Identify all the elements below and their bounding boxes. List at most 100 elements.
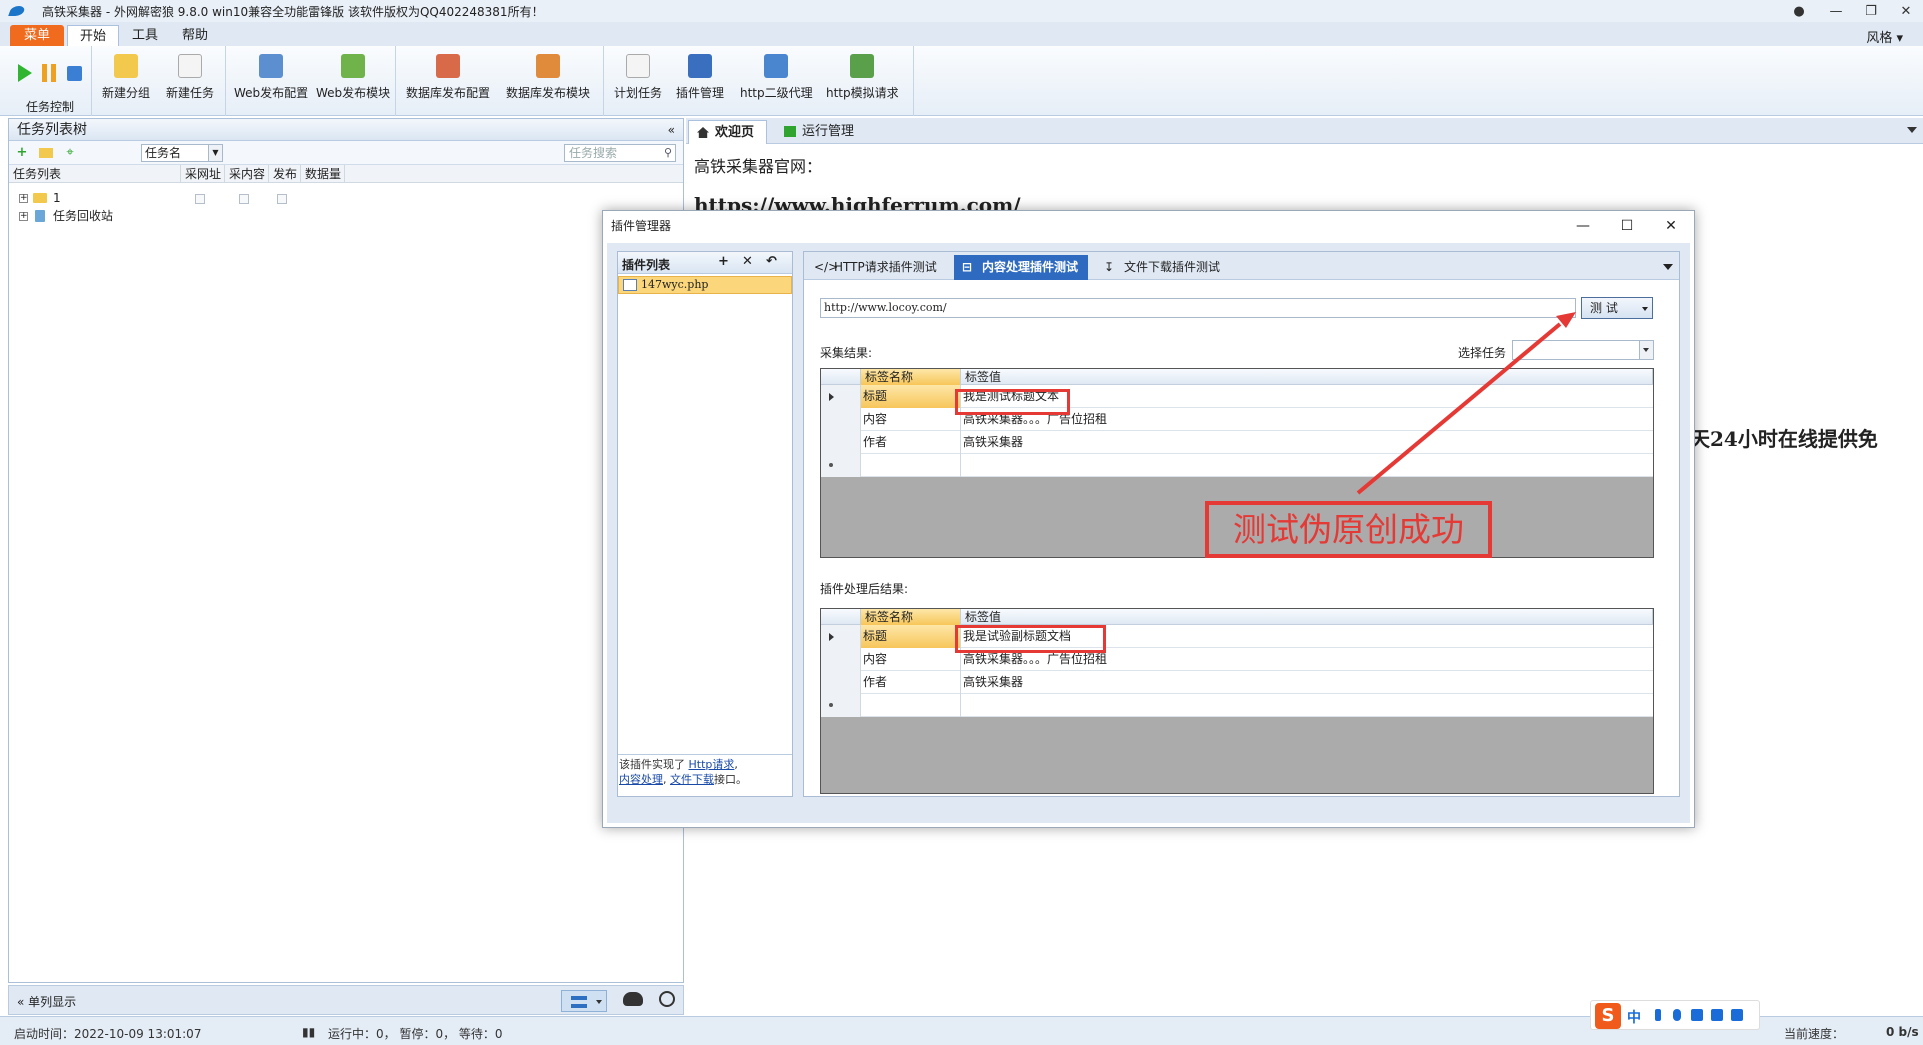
dialog-maximize-button[interactable]: ☐: [1605, 211, 1649, 241]
cell-tag-name[interactable]: 作者: [861, 671, 961, 694]
collect-result-label: 采集结果:: [820, 346, 873, 360]
start-button[interactable]: [18, 64, 32, 82]
collect-url-checkbox[interactable]: [195, 194, 205, 204]
dialog-minimize-button[interactable]: —: [1561, 211, 1605, 241]
pause-button[interactable]: [42, 64, 56, 82]
cell-tag-name[interactable]: [861, 454, 961, 477]
table-row[interactable]: 作者 高铁采集器: [821, 431, 1653, 454]
cell-tag-value[interactable]: [961, 694, 1653, 717]
task-search-input[interactable]: 任务搜索 ⚲: [564, 144, 676, 162]
taskname-select[interactable]: 任务名 ▼: [141, 144, 223, 162]
clock-icon[interactable]: [659, 991, 675, 1007]
cell-tag-name[interactable]: 标题: [861, 385, 961, 408]
tab-help[interactable]: 帮助: [170, 25, 220, 46]
toolbox-icon[interactable]: [1731, 1009, 1743, 1021]
header-tag-value[interactable]: 标签值: [961, 609, 1653, 625]
scheduled-task-label: 计划任务: [614, 86, 663, 100]
web-publish-config-button[interactable]: Web发布配置: [234, 54, 308, 101]
col-collect-content[interactable]: 采内容: [225, 165, 269, 183]
cloud-download-icon[interactable]: [623, 992, 643, 1006]
tab-content-test[interactable]: ⊟ 内容处理插件测试: [954, 255, 1089, 280]
collect-content-checkbox[interactable]: [239, 194, 249, 204]
keyboard-icon[interactable]: [1691, 1009, 1703, 1021]
file-download-link[interactable]: 文件下载: [670, 773, 714, 786]
cell-tag-value[interactable]: 高铁采集器: [961, 431, 1653, 454]
tab-welcome[interactable]: 欢迎页: [688, 120, 768, 144]
http-simulate-button[interactable]: http模拟请求: [826, 54, 899, 101]
http-request-link[interactable]: Http请求: [689, 758, 735, 771]
style-menu[interactable]: 风格 ▾: [1866, 27, 1903, 46]
cell-tag-value[interactable]: [961, 454, 1653, 477]
ime-toolbar[interactable]: S 中: [1590, 1000, 1760, 1030]
cell-tag-name[interactable]: 内容: [861, 408, 961, 431]
stop-button[interactable]: [67, 66, 82, 81]
chevron-down-icon: ▼: [208, 145, 222, 161]
plugin-desc-prefix: 该插件实现了: [619, 758, 685, 771]
cell-tag-value[interactable]: 高铁采集器: [961, 671, 1653, 694]
cell-tag-name[interactable]: 作者: [861, 431, 961, 454]
db-publish-module-button[interactable]: 数据库发布模块: [506, 54, 590, 101]
tab-tools[interactable]: 工具: [120, 25, 170, 46]
col-collect-url[interactable]: 采网址: [181, 165, 225, 183]
close-button[interactable]: ✕: [1890, 0, 1922, 22]
table-row[interactable]: 标题 我是测试标题文本: [821, 385, 1653, 408]
refresh-icon[interactable]: ↶: [766, 254, 777, 269]
new-row[interactable]: [821, 694, 1653, 717]
new-group-button[interactable]: 新建分组: [102, 54, 150, 101]
url-input[interactable]: http://www.locoy.com/: [820, 298, 1576, 318]
cell-tag-name[interactable]: 标题: [861, 625, 961, 648]
new-row[interactable]: [821, 454, 1653, 477]
col-publish[interactable]: 发布: [269, 165, 301, 183]
microphone-icon[interactable]: [1673, 1009, 1681, 1021]
db-publish-config-button[interactable]: 数据库发布配置: [406, 54, 490, 101]
cell-tag-name[interactable]: [861, 694, 961, 717]
restore-button[interactable]: ❐: [1855, 0, 1887, 22]
plugin-item-label: 147wyc.php: [641, 278, 709, 291]
web-publish-module-button[interactable]: Web发布模块: [316, 54, 390, 101]
expand-icon[interactable]: ⌖: [63, 146, 77, 160]
header-tag-name[interactable]: 标签名称: [861, 609, 961, 625]
table-row[interactable]: 内容 高铁采集器。。。广告位招租: [821, 408, 1653, 431]
col-task-list[interactable]: 任务列表: [9, 165, 181, 183]
tab-download-test[interactable]: ↧ 文件下载插件测试: [1096, 255, 1230, 280]
view-mode-dropdown[interactable]: [561, 990, 607, 1012]
test-button[interactable]: 测 试: [1581, 297, 1653, 319]
col-data-count[interactable]: 数据量: [301, 165, 345, 183]
plugin-manager-button[interactable]: 插件管理: [676, 54, 724, 101]
ime-mode[interactable]: 中: [1627, 1007, 1641, 1027]
select-task-dropdown[interactable]: [1512, 340, 1654, 360]
tab-run-manage[interactable]: 运行管理: [776, 120, 854, 144]
scheduled-task-button[interactable]: 计划任务: [614, 54, 662, 101]
header-tag-name[interactable]: 标签名称: [861, 369, 961, 385]
table-row[interactable]: 作者 高铁采集器: [821, 671, 1653, 694]
tree-node[interactable]: + 任务回收站: [9, 207, 683, 225]
cell-tag-name[interactable]: 内容: [861, 648, 961, 671]
tab-list-dropdown[interactable]: [1907, 127, 1917, 133]
tab-http-test[interactable]: </> HTTP请求插件测试: [806, 255, 947, 280]
add-icon[interactable]: +: [15, 146, 29, 160]
tab-menu-dropdown[interactable]: [1663, 264, 1673, 270]
header-tag-value[interactable]: 标签值: [961, 369, 1653, 385]
http-proxy-button[interactable]: http二级代理: [740, 54, 813, 101]
collapse-panel-button[interactable]: «: [668, 119, 675, 141]
publish-checkbox[interactable]: [277, 194, 287, 204]
dialog-close-button[interactable]: ✕: [1649, 211, 1693, 241]
skin-icon[interactable]: [1711, 1009, 1723, 1021]
tree-node[interactable]: + 1: [9, 189, 683, 207]
plugin-list-item[interactable]: 147wyc.php: [618, 276, 792, 294]
delete-plugin-icon[interactable]: ✕: [742, 254, 753, 269]
table-row[interactable]: 标题 我是试验副标题文档: [821, 625, 1653, 648]
single-column-toggle[interactable]: « 单列显示: [17, 993, 76, 1010]
table-row[interactable]: 内容 高铁采集器。。。广告位招租: [821, 648, 1653, 671]
expand-toggle[interactable]: +: [19, 194, 28, 203]
tab-menu[interactable]: 菜单: [10, 25, 65, 46]
folder-open-icon[interactable]: [39, 148, 53, 158]
content-process-link[interactable]: 内容处理: [619, 773, 663, 786]
user-icon[interactable]: ●: [1783, 0, 1815, 22]
add-plugin-icon[interactable]: +: [718, 254, 729, 269]
punctuation-icon[interactable]: [1655, 1009, 1661, 1021]
tab-start[interactable]: 开始: [67, 25, 120, 46]
expand-toggle[interactable]: +: [19, 212, 28, 221]
minimize-button[interactable]: —: [1820, 0, 1852, 22]
new-task-button[interactable]: 新建任务: [166, 54, 214, 101]
